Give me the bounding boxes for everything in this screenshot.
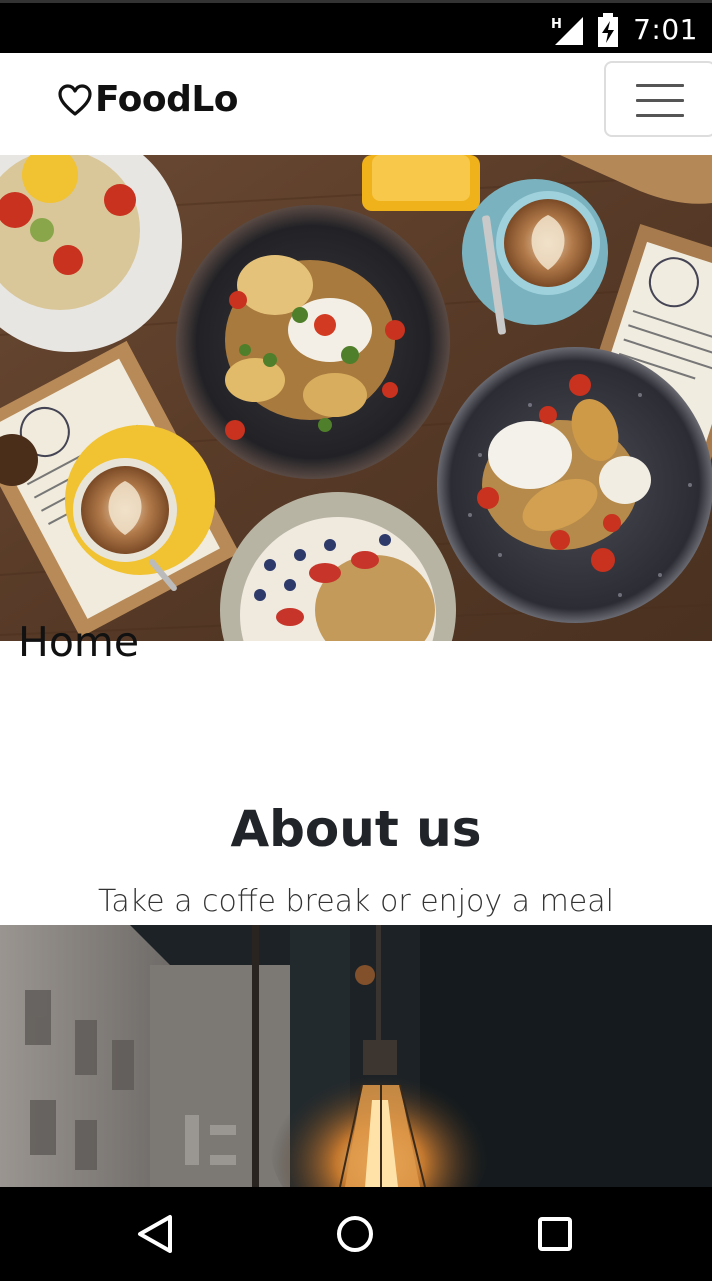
hamburger-menu-icon (636, 99, 684, 102)
food-table-photo (0, 155, 712, 641)
status-time: 7:01 (633, 13, 698, 46)
home-heading: Home (18, 618, 140, 666)
hero-image (0, 155, 712, 641)
about-title: About us (230, 800, 482, 858)
hamburger-menu-icon (636, 84, 684, 87)
hamburger-menu-icon (636, 114, 684, 117)
system-nav-bar (0, 1187, 712, 1281)
brand-link[interactable]: FoodLo (57, 79, 239, 120)
menu-toggle-button[interactable] (604, 61, 712, 137)
network-type-label: H (551, 17, 562, 32)
heart-outline-icon (58, 83, 92, 116)
status-bar: H 7:01 (0, 0, 712, 53)
navbar: FoodLo (0, 53, 712, 155)
recents-icon[interactable] (530, 1209, 580, 1259)
brand-name: FoodLo (95, 79, 239, 120)
battery-charging-icon (598, 13, 619, 47)
home-icon[interactable] (330, 1209, 380, 1259)
about-subtitle: Take a coffe break or enjoy a meal (98, 884, 614, 919)
signal-icon: H (551, 17, 584, 45)
back-icon[interactable] (130, 1209, 180, 1259)
cafe-lamp-image (0, 925, 712, 1187)
app-screen: H 7:01 FoodLo Home About us Take a coffe… (0, 0, 712, 1281)
cafe-lamp-photo (0, 925, 712, 1187)
status-icons: H 7:01 (551, 13, 698, 47)
